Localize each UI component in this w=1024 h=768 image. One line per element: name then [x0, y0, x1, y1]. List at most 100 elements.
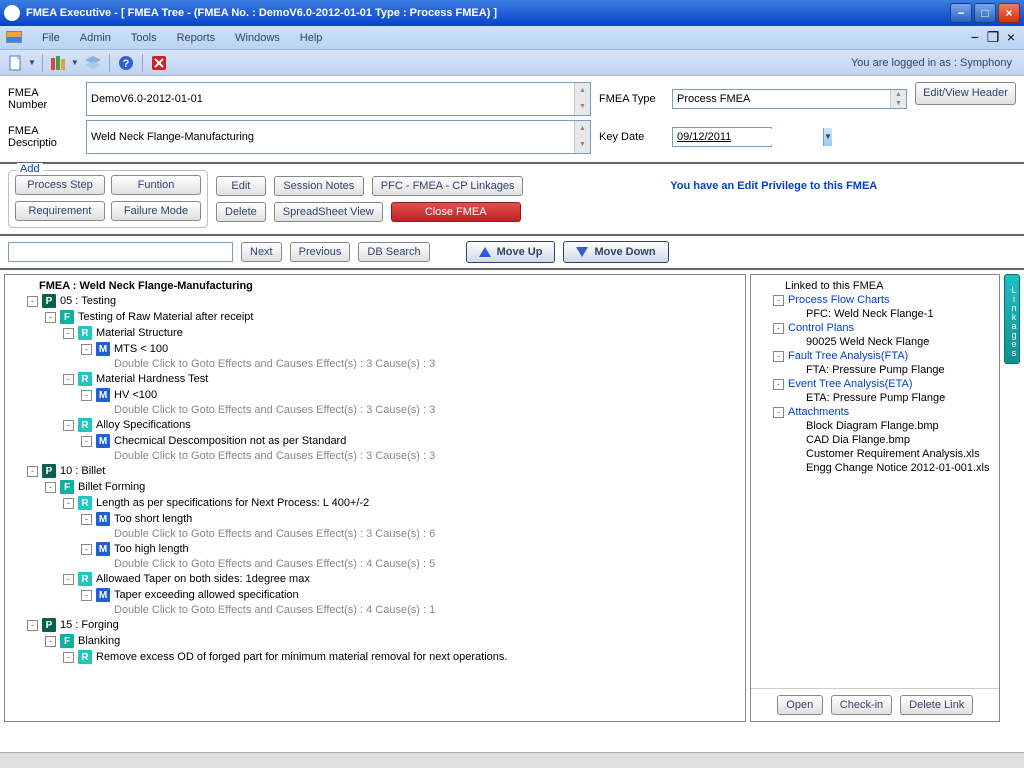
linkages-tab[interactable]: Linkages [1004, 274, 1020, 364]
spin-up-icon[interactable]: ▲ [575, 83, 590, 99]
dropdown-arrow-icon[interactable]: ▼ [28, 58, 36, 67]
tree-node[interactable]: Double Click to Goto Effects and Causes … [114, 558, 435, 570]
move-down-button[interactable]: Move Down [563, 241, 668, 263]
menu-file[interactable]: File [32, 28, 70, 48]
fmea-tree-panel[interactable]: FMEA : Weld Neck Flange-Manufacturing -P… [4, 274, 746, 722]
open-button[interactable]: Open [777, 695, 823, 715]
expand-collapse-icon[interactable]: - [773, 407, 784, 418]
expand-collapse-icon[interactable]: - [773, 379, 784, 390]
new-doc-icon[interactable] [6, 53, 26, 73]
expand-collapse-icon[interactable]: - [81, 590, 92, 601]
tree-node[interactable]: Double Click to Goto Effects and Causes … [114, 358, 435, 370]
process-step-button[interactable]: Process Step [15, 175, 105, 195]
menu-reports[interactable]: Reports [167, 28, 226, 48]
dropdown-arrow-icon[interactable]: ▼ [71, 58, 79, 67]
close-fmea-button[interactable]: Close FMEA [391, 202, 521, 222]
spin-down-icon[interactable]: ▼ [891, 99, 906, 108]
mdi-minimize-icon[interactable]: − [968, 29, 982, 46]
expand-collapse-icon[interactable]: - [81, 544, 92, 555]
maximize-button[interactable]: □ [974, 3, 996, 23]
mdi-restore-icon[interactable]: ❐ [986, 29, 1000, 46]
tree-node[interactable]: Too high length [114, 543, 189, 555]
spin-up-icon[interactable]: ▲ [575, 121, 590, 137]
tree-node[interactable]: Blanking [78, 635, 120, 647]
tree-node[interactable]: Material Hardness Test [96, 373, 208, 385]
spin-down-icon[interactable]: ▼ [575, 99, 590, 115]
edit-button[interactable]: Edit [216, 176, 266, 196]
tree-node[interactable]: Length as per specifications for Next Pr… [96, 497, 369, 509]
fmea-number-input[interactable]: ▲▼ [86, 82, 591, 116]
spin-up-icon[interactable]: ▲ [891, 90, 906, 99]
delete-button[interactable]: Delete [216, 202, 266, 222]
expand-collapse-icon[interactable]: - [81, 436, 92, 447]
tree-node[interactable]: Double Click to Goto Effects and Causes … [114, 404, 435, 416]
tree-node[interactable]: 10 : Billet [60, 465, 105, 477]
link-item[interactable]: Block Diagram Flange.bmp [806, 420, 939, 432]
menu-help[interactable]: Help [290, 28, 333, 48]
session-notes-button[interactable]: Session Notes [274, 176, 364, 196]
link-section[interactable]: Attachments [788, 406, 849, 418]
expand-collapse-icon[interactable]: - [63, 328, 74, 339]
funtion-button[interactable]: Funtion [111, 175, 201, 195]
link-section[interactable]: Fault Tree Analysis(FTA) [788, 350, 908, 362]
expand-collapse-icon[interactable]: - [81, 390, 92, 401]
link-item[interactable]: CAD Dia Flange.bmp [806, 434, 910, 446]
previous-button[interactable]: Previous [290, 242, 351, 262]
expand-collapse-icon[interactable]: - [27, 466, 38, 477]
requirement-button[interactable]: Requirement [15, 201, 105, 221]
expand-collapse-icon[interactable]: - [63, 652, 74, 663]
date-dropdown-icon[interactable]: ▼ [823, 128, 832, 146]
link-section[interactable]: Event Tree Analysis(ETA) [788, 378, 913, 390]
link-item[interactable]: ETA: Pressure Pump Flange [806, 392, 945, 404]
expand-collapse-icon[interactable]: - [63, 498, 74, 509]
tree-node[interactable]: Testing of Raw Material after receipt [78, 311, 253, 323]
expand-collapse-icon[interactable]: - [63, 574, 74, 585]
move-up-button[interactable]: Move Up [466, 241, 556, 263]
link-item[interactable]: 90025 Weld Neck Flange [806, 336, 929, 348]
expand-collapse-icon[interactable]: - [773, 351, 784, 362]
fmea-descriptio-input[interactable]: ▲▼ [86, 120, 591, 154]
expand-collapse-icon[interactable]: - [773, 295, 784, 306]
link-section[interactable]: Control Plans [788, 322, 854, 334]
spin-down-icon[interactable]: ▼ [575, 137, 590, 153]
expand-collapse-icon[interactable]: - [773, 323, 784, 334]
next-button[interactable]: Next [241, 242, 282, 262]
search-input[interactable] [8, 242, 233, 262]
expand-collapse-icon[interactable]: - [63, 374, 74, 385]
expand-collapse-icon[interactable]: - [45, 312, 56, 323]
tree-node[interactable]: Double Click to Goto Effects and Causes … [114, 450, 435, 462]
expand-collapse-icon[interactable]: - [81, 344, 92, 355]
expand-collapse-icon[interactable]: - [45, 482, 56, 493]
expand-collapse-icon[interactable]: - [81, 514, 92, 525]
tree-node[interactable]: Taper exceeding allowed specification [114, 589, 299, 601]
library-icon[interactable] [49, 53, 69, 73]
expand-collapse-icon[interactable]: - [27, 620, 38, 631]
link-item[interactable]: PFC: Weld Neck Flange-1 [806, 308, 934, 320]
mdi-close-icon[interactable]: × [1004, 29, 1018, 46]
cancel-icon[interactable] [149, 53, 169, 73]
edit-view-header-button[interactable]: Edit/View Header [915, 82, 1016, 105]
expand-collapse-icon[interactable]: - [45, 636, 56, 647]
menu-tools[interactable]: Tools [121, 28, 167, 48]
close-button[interactable]: × [998, 3, 1020, 23]
tree-node[interactable]: Billet Forming [78, 481, 145, 493]
tree-node[interactable]: Allowaed Taper on both sides: 1degree ma… [96, 573, 310, 585]
layers-icon[interactable] [83, 53, 103, 73]
tree-node[interactable]: Alloy Specifications [96, 419, 191, 431]
menu-windows[interactable]: Windows [225, 28, 290, 48]
tree-root[interactable]: FMEA : Weld Neck Flange-Manufacturing [39, 280, 253, 292]
link-item[interactable]: Customer Requirement Analysis.xls [806, 448, 980, 460]
tree-node[interactable]: 05 : Testing [60, 295, 116, 307]
expand-collapse-icon[interactable]: - [27, 296, 38, 307]
link-item[interactable]: FTA: Pressure Pump Flange [806, 364, 945, 376]
link-section[interactable]: Process Flow Charts [788, 294, 889, 306]
delete-link-button[interactable]: Delete Link [900, 695, 973, 715]
checkin-button[interactable]: Check-in [831, 695, 892, 715]
tree-node[interactable]: HV <100 [114, 389, 157, 401]
tree-node[interactable]: 15 : Forging [60, 619, 119, 631]
help-icon[interactable]: ? [116, 53, 136, 73]
tree-node[interactable]: Material Structure [96, 327, 183, 339]
expand-collapse-icon[interactable]: - [63, 420, 74, 431]
link-item[interactable]: Engg Change Notice 2012-01-001.xls [806, 462, 989, 474]
minimize-button[interactable]: − [950, 3, 972, 23]
